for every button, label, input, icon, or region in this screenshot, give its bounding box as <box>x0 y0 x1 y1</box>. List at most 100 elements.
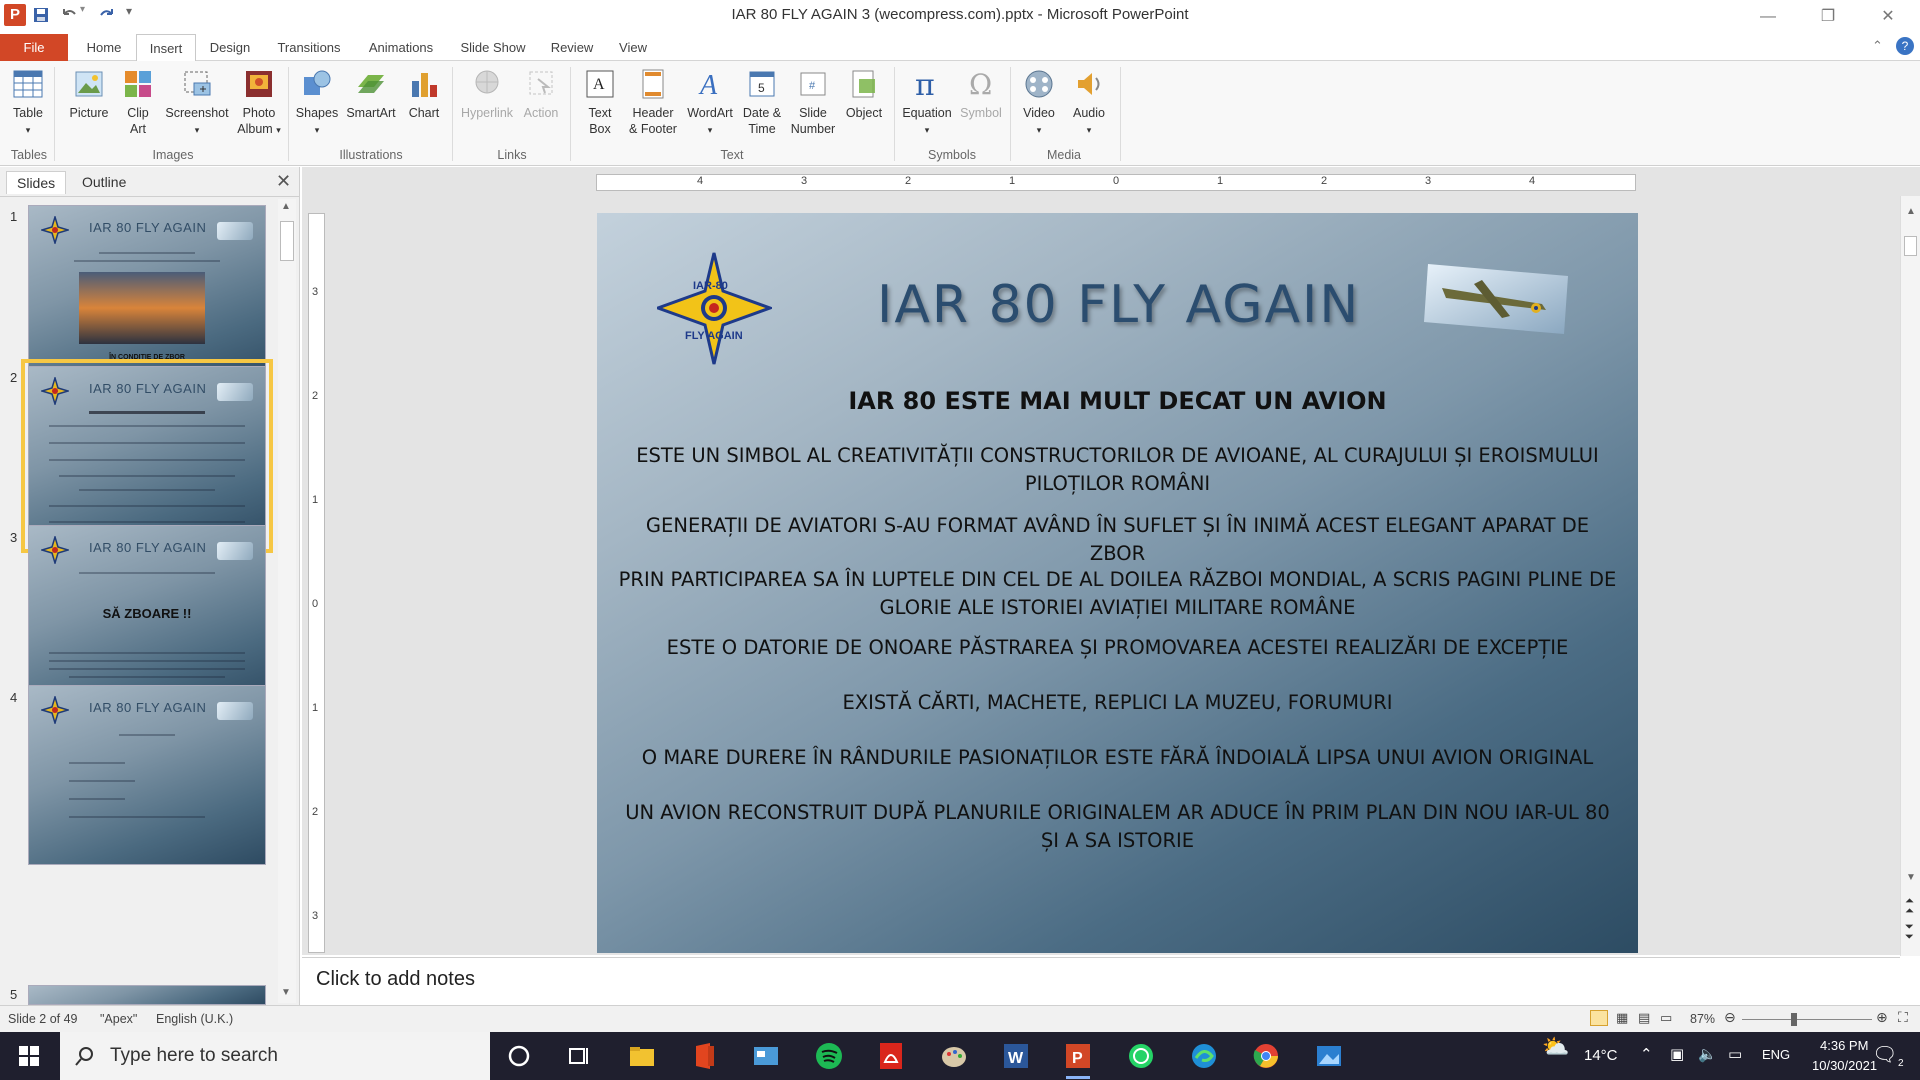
slide-thumbnail-5[interactable] <box>28 985 266 1005</box>
slide-thumbnail-3[interactable]: IAR 80 FLY AGAIN SĂ ZBOARE !! <box>28 525 266 705</box>
zoom-level[interactable]: 87% <box>1690 1012 1715 1026</box>
tab-insert[interactable]: Insert <box>136 34 196 62</box>
control-panel-icon[interactable] <box>750 1040 782 1072</box>
horizontal-ruler[interactable]: 4 3 2 1 0 1 2 3 4 <box>596 174 1636 191</box>
scrollbar-thumb[interactable] <box>280 221 294 261</box>
slides-panel-scrollbar[interactable]: ▲ ▼ <box>278 199 296 1003</box>
word-icon[interactable]: W <box>1000 1040 1032 1072</box>
collapse-ribbon-icon[interactable]: ⌃ <box>1872 38 1883 54</box>
date-time-button[interactable]: 5 Date & Time <box>738 67 786 137</box>
file-explorer-icon[interactable] <box>626 1040 658 1072</box>
tab-slide-show[interactable]: Slide Show <box>452 34 534 61</box>
taskbar-search-box[interactable]: Type here to search <box>60 1032 490 1080</box>
audio-button[interactable]: Audio ▾ <box>1066 67 1112 138</box>
tab-animations[interactable]: Animations <box>358 34 444 61</box>
photos-icon[interactable] <box>1313 1040 1345 1072</box>
cortana-icon[interactable] <box>503 1040 535 1072</box>
slide-paragraph-4[interactable]: ESTE O DATORIE DE ONOARE PĂSTRAREA ȘI PR… <box>617 634 1618 662</box>
slide-paragraph-3[interactable]: PRIN PARTICIPAREA SA ÎN LUPTELE DIN CEL … <box>617 566 1618 622</box>
slide-number-button[interactable]: # Slide Number <box>788 67 838 137</box>
tab-file[interactable]: File <box>0 34 68 61</box>
edge-icon[interactable] <box>1188 1040 1220 1072</box>
tab-view[interactable]: View <box>608 34 658 61</box>
tab-review[interactable]: Review <box>542 34 602 61</box>
chrome-icon[interactable] <box>1250 1040 1282 1072</box>
slide-heading[interactable]: IAR 80 ESTE MAI MULT DECAT UN AVION <box>597 387 1638 415</box>
volume-icon[interactable]: 🔈 <box>1698 1045 1717 1063</box>
whatsapp-icon[interactable] <box>1125 1040 1157 1072</box>
smartart-button[interactable]: SmartArt <box>342 67 400 121</box>
tab-home[interactable]: Home <box>76 34 132 61</box>
tab-outline[interactable]: Outline <box>72 171 136 194</box>
zoom-out-icon[interactable]: ⊖ <box>1724 1009 1736 1026</box>
slide-paragraph-7[interactable]: UN AVION RECONSTRUIT DUPĂ PLANURILE ORIG… <box>617 799 1618 855</box>
clock-date[interactable]: 10/30/2021 <box>1812 1058 1877 1073</box>
spotify-icon[interactable] <box>813 1040 845 1072</box>
slide-thumbnail-2[interactable]: IAR 80 FLY AGAIN <box>21 359 273 553</box>
clip-art-button[interactable]: Clip Art <box>118 67 158 137</box>
shapes-button[interactable]: Shapes ▾ <box>294 67 340 138</box>
chart-button[interactable]: Chart <box>402 67 446 121</box>
slide-show-icon[interactable]: ▭ <box>1660 1010 1672 1026</box>
reading-view-icon[interactable]: ▤ <box>1638 1010 1650 1026</box>
tab-design[interactable]: Design <box>200 34 260 61</box>
slide-paragraph-2[interactable]: GENERAȚII DE AVIATORI S-AU FORMAT AVÂND … <box>617 512 1618 568</box>
hyperlink-button[interactable]: Hyperlink <box>458 67 516 121</box>
video-button[interactable]: Video ▾ <box>1016 67 1062 138</box>
zoom-slider[interactable] <box>1742 1019 1872 1020</box>
text-box-button[interactable]: A Text Box <box>578 67 622 137</box>
wordart-button[interactable]: A WordArt ▾ <box>684 67 736 138</box>
close-panel-icon[interactable]: ✕ <box>276 171 291 192</box>
slide-vertical-scrollbar[interactable]: ▲ ▼ ⏶ ⏶ ⏷ ⏷ <box>1900 196 1920 956</box>
notes-placeholder[interactable]: Click to add notes <box>316 968 475 991</box>
scrollbar-thumb[interactable] <box>1904 236 1917 256</box>
slide-paragraph-5[interactable]: EXISTĂ CĂRTI, MACHETE, REPLICI LA MUZEU,… <box>617 689 1618 717</box>
previous-slide-icon[interactable]: ⏶ ⏶ <box>1905 896 1914 917</box>
office-icon[interactable] <box>688 1040 720 1072</box>
normal-view-icon[interactable] <box>1590 1010 1608 1026</box>
slide-title[interactable]: IAR 80 FLY AGAIN <box>877 275 1360 335</box>
scroll-down-icon[interactable]: ▼ <box>1906 872 1916 883</box>
network-status-icon[interactable]: ▭ <box>1728 1045 1742 1063</box>
slide-paragraph-6[interactable]: O MARE DURERE ÎN RÂNDURILE PASIONAȚILOR … <box>617 744 1618 772</box>
photo-album-button[interactable]: Photo Album ▾ <box>234 67 284 138</box>
scroll-up-icon[interactable]: ▲ <box>1906 206 1916 217</box>
notifications-icon[interactable]: 🗨 <box>1872 1042 1897 1067</box>
weather-icon[interactable]: ⛅ <box>1542 1034 1569 1060</box>
slide-thumbnail-4[interactable]: IAR 80 FLY AGAIN <box>28 685 266 865</box>
clock-time[interactable]: 4:36 PM <box>1820 1038 1868 1053</box>
symbol-button[interactable]: Ω Symbol <box>956 67 1006 121</box>
minimize-button[interactable]: — <box>1748 4 1788 30</box>
tab-slides[interactable]: Slides <box>6 171 67 194</box>
equation-button[interactable]: π Equation ▾ <box>898 67 956 138</box>
paint-palette-icon[interactable] <box>938 1040 970 1072</box>
next-slide-icon[interactable]: ⏷ ⏷ <box>1905 922 1914 943</box>
fit-slide-icon[interactable]: ⛶ <box>1898 1009 1908 1026</box>
slide-canvas[interactable]: IAR-80 FLY AGAIN IAR 80 FLY AGAIN IAR 80… <box>597 213 1638 953</box>
network-icon[interactable]: ▣ <box>1670 1045 1684 1063</box>
header-footer-button[interactable]: Header & Footer <box>624 67 682 137</box>
show-hidden-icons[interactable]: ⌃ <box>1640 1045 1653 1063</box>
tab-transitions[interactable]: Transitions <box>266 34 352 61</box>
language-indicator[interactable]: English (U.K.) <box>156 1012 233 1026</box>
vertical-ruler[interactable]: 3 2 1 0 1 2 3 <box>308 213 325 953</box>
slide-thumbnail-1[interactable]: IAR 80 FLY AGAIN ÎN CONDIȚIE DE ZBOR <box>28 205 266 385</box>
acrobat-reader-icon[interactable] <box>875 1040 907 1072</box>
restore-button[interactable]: ❐ <box>1808 4 1848 30</box>
powerpoint-taskbar-button[interactable]: P <box>1062 1040 1094 1079</box>
slide-paragraph-1[interactable]: ESTE UN SIMBOL AL CREATIVITĂȚII CONSTRUC… <box>617 442 1618 498</box>
picture-button[interactable]: Picture <box>64 67 114 121</box>
object-button[interactable]: Object <box>840 67 888 121</box>
table-button[interactable]: Table ▾ <box>6 67 50 138</box>
help-icon[interactable]: ? <box>1896 37 1914 55</box>
windows-start-icon[interactable] <box>0 1032 58 1080</box>
weather-temperature[interactable]: 14°C <box>1584 1047 1618 1064</box>
screenshot-button[interactable]: Screenshot ▾ <box>160 67 234 138</box>
scroll-down-icon[interactable]: ▼ <box>281 987 291 998</box>
action-button[interactable]: Action <box>518 67 564 121</box>
notes-pane[interactable]: Click to add notes <box>302 957 1900 1005</box>
input-language[interactable]: ENG <box>1762 1047 1790 1062</box>
slide-sorter-icon[interactable]: ▦ <box>1616 1010 1628 1026</box>
task-view-icon[interactable] <box>563 1040 595 1072</box>
zoom-in-icon[interactable]: ⊕ <box>1876 1009 1888 1026</box>
